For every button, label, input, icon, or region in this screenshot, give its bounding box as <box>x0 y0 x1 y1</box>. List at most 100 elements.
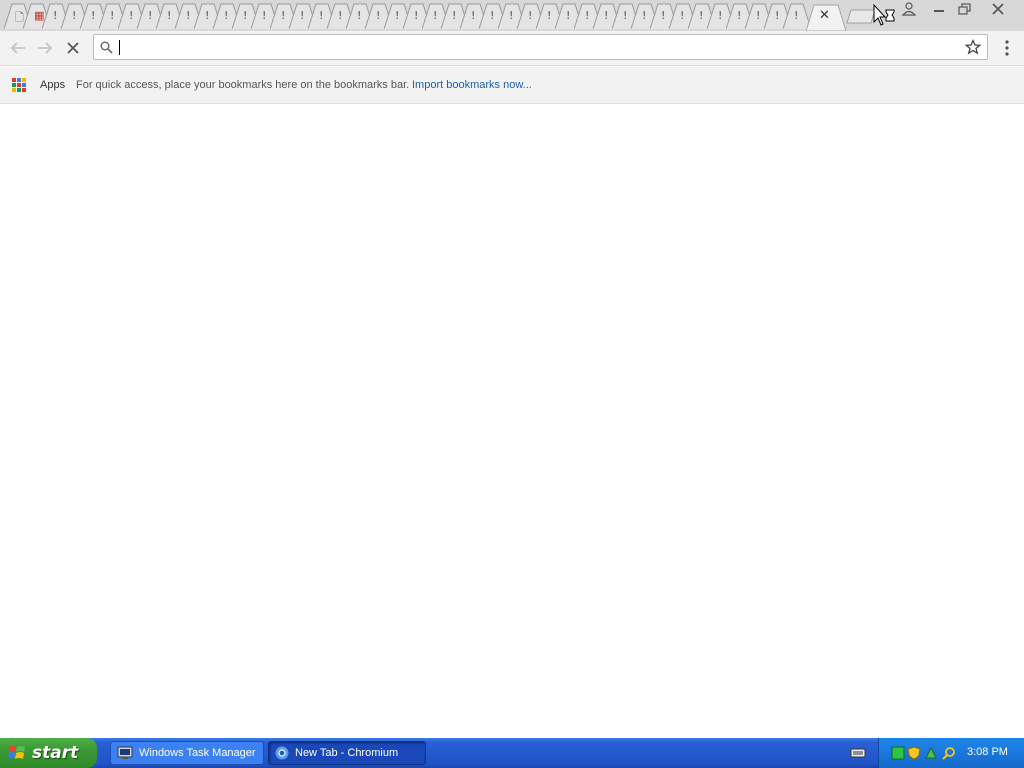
background-tab[interactable]: ! <box>536 3 564 29</box>
restore-button[interactable] <box>952 0 978 18</box>
background-tab[interactable]: ! <box>213 3 241 29</box>
clock[interactable]: 3:08 PM <box>967 746 1008 758</box>
search-icon <box>100 41 113 54</box>
system-tray: 3:08 PM <box>878 738 1024 768</box>
security-shield-icon[interactable] <box>907 746 921 760</box>
background-tab[interactable]: ! <box>707 3 735 29</box>
background-tab[interactable]: ! <box>479 3 507 29</box>
forward-arrow-icon <box>38 42 53 54</box>
background-tab[interactable]: ! <box>99 3 127 29</box>
background-tab[interactable]: ! <box>650 3 678 29</box>
background-tab[interactable]: ! <box>289 3 317 29</box>
loading-icon: ! <box>129 9 134 22</box>
updates-icon[interactable] <box>924 746 938 760</box>
tab-close-icon[interactable]: ✕ <box>819 8 830 23</box>
forward-button[interactable] <box>33 37 57 59</box>
background-tab[interactable]: ! <box>498 3 526 29</box>
loading-icon: ! <box>395 9 400 22</box>
background-tab[interactable]: 🗋 <box>4 3 32 29</box>
loading-icon: ! <box>680 9 685 22</box>
page-content <box>0 105 1024 738</box>
loading-icon: ! <box>585 9 590 22</box>
loading-icon: ! <box>433 9 438 22</box>
bookmark-star-icon[interactable] <box>965 39 981 55</box>
tab-strip: 🗋 ▦!!!!!!!!!!!!!!!!!!!!!!!!!!!!!!!!!!!!!!… <box>0 0 1024 31</box>
stop-loading-button[interactable] <box>61 37 85 59</box>
loading-icon: ! <box>110 9 115 22</box>
background-tab[interactable]: ! <box>42 3 70 29</box>
loading-icon: ! <box>528 9 533 22</box>
import-bookmarks-link[interactable]: Import bookmarks now... <box>412 79 532 91</box>
background-tab[interactable]: ! <box>365 3 393 29</box>
loading-icon: ! <box>604 9 609 22</box>
loading-icon: ! <box>452 9 457 22</box>
task-label: New Tab - Chromium <box>295 747 399 759</box>
back-arrow-icon <box>10 42 25 54</box>
background-tab[interactable]: ! <box>327 3 355 29</box>
keyboard-icon[interactable] <box>850 746 866 760</box>
background-tab[interactable]: ! <box>61 3 89 29</box>
loading-icon: ! <box>148 9 153 22</box>
background-tab[interactable]: ! <box>460 3 488 29</box>
stop-x-icon <box>67 42 79 54</box>
address-input[interactable] <box>118 38 958 56</box>
background-tab[interactable]: ! <box>441 3 469 29</box>
apps-shortcut[interactable]: Apps <box>40 79 65 91</box>
background-tab[interactable]: ! <box>688 3 716 29</box>
loading-icon: ! <box>319 9 324 22</box>
background-tab[interactable]: ! <box>555 3 583 29</box>
loading-icon: ! <box>414 9 419 22</box>
address-bar[interactable] <box>93 34 988 60</box>
back-button[interactable] <box>6 37 30 59</box>
background-tab[interactable]: ! <box>194 3 222 29</box>
tab-list: 🗋 ▦!!!!!!!!!!!!!!!!!!!!!!!!!!!!!!!!!!!!!!… <box>4 3 811 31</box>
loading-icon: ! <box>262 9 267 22</box>
apps-grid-icon[interactable] <box>12 78 26 92</box>
taskbar-item-task-manager[interactable]: Windows Task Manager <box>110 741 264 765</box>
background-tab[interactable]: ! <box>612 3 640 29</box>
background-tab[interactable]: ! <box>232 3 260 29</box>
background-tab[interactable]: ! <box>384 3 412 29</box>
network-icon[interactable] <box>891 746 905 760</box>
background-tab[interactable]: ! <box>631 3 659 29</box>
close-window-button[interactable] <box>984 0 1012 18</box>
background-tab[interactable]: ! <box>422 3 450 29</box>
background-tab[interactable]: ! <box>403 3 431 29</box>
windows-logo-icon <box>8 746 25 759</box>
menu-button[interactable] <box>998 37 1016 59</box>
background-tab[interactable]: ! <box>783 3 811 29</box>
search-tray-icon[interactable] <box>942 746 956 760</box>
loading-icon: ! <box>756 9 761 22</box>
loading-icon: ! <box>53 9 58 22</box>
background-tab[interactable]: ! <box>118 3 146 29</box>
background-tab[interactable]: ! <box>593 3 621 29</box>
start-label: start <box>32 743 79 763</box>
background-tab[interactable]: ! <box>726 3 754 29</box>
background-tab[interactable]: ! <box>574 3 602 29</box>
taskbar-item-chromium[interactable]: New Tab - Chromium <box>268 741 426 765</box>
loading-icon: ! <box>642 9 647 22</box>
background-tab[interactable]: ! <box>80 3 108 29</box>
background-tab[interactable]: ! <box>764 3 792 29</box>
background-tab[interactable]: ! <box>745 3 773 29</box>
background-tab[interactable]: ! <box>308 3 336 29</box>
background-tab[interactable]: ! <box>270 3 298 29</box>
background-tab[interactable]: ! <box>175 3 203 29</box>
loading-icon: ! <box>509 9 514 22</box>
active-tab[interactable]: ✕ <box>805 3 847 31</box>
loading-icon: ! <box>72 9 77 22</box>
mouse-cursor-icon <box>872 3 898 28</box>
background-tab[interactable]: ! <box>669 3 697 29</box>
background-tab[interactable]: ▦ <box>23 3 51 29</box>
minimize-button[interactable] <box>926 0 952 18</box>
background-tab[interactable]: ! <box>251 3 279 29</box>
background-tab[interactable]: ! <box>346 3 374 29</box>
background-tab[interactable]: ! <box>517 3 545 29</box>
start-button[interactable]: start <box>0 738 97 768</box>
loading-icon: ! <box>794 9 799 22</box>
background-tab[interactable]: ! <box>137 3 165 29</box>
background-tab[interactable]: ! <box>156 3 184 29</box>
profile-button[interactable] <box>899 1 919 17</box>
loading-icon: ! <box>338 9 343 22</box>
loading-icon: ! <box>376 9 381 22</box>
